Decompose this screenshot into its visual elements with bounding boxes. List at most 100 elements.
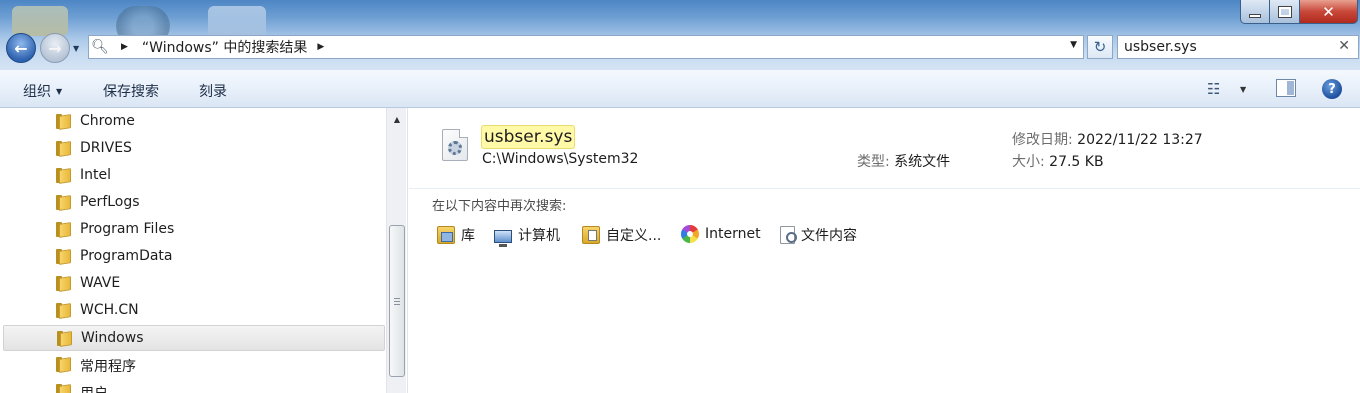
address-bar[interactable]: 🔍︎ ▶ “Windows” 中的搜索结果 ▶ ▼ <box>88 35 1084 59</box>
folder-icon <box>56 357 71 373</box>
internet-icon <box>681 225 699 243</box>
refresh-button[interactable]: ↻ <box>1087 35 1113 59</box>
maximize-icon <box>1277 5 1292 18</box>
scrollbar-thumb[interactable] <box>389 225 405 377</box>
result-file-type: 类型: 系统文件 <box>857 151 950 171</box>
result-modified-date: 修改日期: 2022/11/22 13:27 <box>1012 129 1203 149</box>
tree-item-label: 用户 <box>80 383 108 393</box>
search-again-label: 在以下内容中再次搜索: <box>432 199 567 214</box>
maximize-button[interactable] <box>1270 0 1300 24</box>
tree-item-chrome[interactable]: Chrome <box>3 109 385 135</box>
folder-icon <box>56 249 71 265</box>
result-file-name[interactable]: usbser.sys <box>481 125 576 149</box>
tree-item-label: DRIVES <box>80 140 132 156</box>
library-icon <box>437 226 455 244</box>
organize-label: 组织 <box>23 84 51 100</box>
tree-item-label: ProgramData <box>80 248 173 264</box>
help-button[interactable]: ? <box>1322 79 1342 99</box>
arrow-left-icon: ← <box>14 38 28 58</box>
minimize-icon <box>1249 13 1261 18</box>
command-bar: 组织 ▼ 保存搜索 刻录 ☷ ▼ ? <box>0 70 1360 108</box>
search-results: usbser.sys C:\Windows\System32 类型: 系统文件 … <box>409 108 1360 393</box>
tree-item-common-programs[interactable]: 常用程序 <box>3 352 385 378</box>
search-again-libraries[interactable]: 库 <box>437 225 475 245</box>
result-file-size: 大小: 27.5 KB <box>1012 151 1104 171</box>
navigation-pane: Chrome DRIVES Intel PerfLogs Program Fil… <box>0 108 408 393</box>
folder-icon <box>56 195 71 211</box>
change-view-button[interactable]: ☷ <box>1207 80 1220 98</box>
size-value: 27.5 KB <box>1049 154 1104 170</box>
organize-menu[interactable]: 组织 ▼ <box>23 81 62 101</box>
grip-icon <box>394 297 400 305</box>
computer-icon <box>494 229 512 247</box>
chevron-right-icon[interactable]: ▶ <box>317 42 324 52</box>
tree-item-program-files[interactable]: Program Files <box>3 217 385 243</box>
search-query[interactable]: usbser.sys <box>1124 39 1197 55</box>
search-again-custom[interactable]: 自定义... <box>582 225 661 245</box>
tree-item-label: WAVE <box>80 275 121 291</box>
search-again-item-label: 自定义... <box>606 228 662 244</box>
tree-item-intel[interactable]: Intel <box>3 163 385 189</box>
chevron-right-icon[interactable]: ▶ <box>121 42 128 52</box>
tree-item-wave[interactable]: WAVE <box>3 271 385 297</box>
system-file-icon[interactable] <box>442 129 468 161</box>
clear-search-button[interactable]: ✕ <box>1338 38 1350 54</box>
date-value: 2022/11/22 13:27 <box>1077 132 1203 148</box>
save-search-button[interactable]: 保存搜索 <box>103 81 159 101</box>
custom-folder-icon <box>582 226 600 244</box>
close-button[interactable]: ✕ <box>1300 0 1358 24</box>
search-input[interactable]: usbser.sys ✕ <box>1117 35 1359 59</box>
gear-icon <box>448 141 462 155</box>
search-again-item-label: Internet <box>705 226 761 242</box>
arrow-right-icon: → <box>48 38 62 58</box>
details-view-icon: ☷ <box>1207 80 1221 98</box>
tree-item-perflogs[interactable]: PerfLogs <box>3 190 385 216</box>
folder-icon <box>56 303 71 319</box>
refresh-icon: ↻ <box>1093 38 1107 56</box>
preview-pane-button[interactable] <box>1276 79 1296 97</box>
search-again-file-contents[interactable]: 文件内容 <box>780 225 857 245</box>
navigation-scrollbar[interactable]: ▲ <box>386 108 406 393</box>
chevron-down-icon: ▼ <box>56 87 63 96</box>
recent-pages-dropdown[interactable]: ▼ <box>73 44 79 53</box>
tree-item-drives[interactable]: DRIVES <box>3 136 385 162</box>
search-again-computer[interactable]: 计算机 <box>494 225 560 247</box>
search-again-item-label: 文件内容 <box>801 228 857 244</box>
background-desktop-icon <box>12 6 68 36</box>
folder-icon <box>56 141 71 157</box>
folder-icon <box>56 114 71 130</box>
tree-item-label: Intel <box>80 167 111 183</box>
window-controls: ✕ <box>1240 0 1358 24</box>
type-value: 系统文件 <box>894 154 951 170</box>
back-button[interactable]: ← <box>6 33 36 63</box>
tree-item-windows[interactable]: Windows <box>3 325 385 351</box>
forward-button[interactable]: → <box>40 33 70 63</box>
result-file-path: C:\Windows\System32 <box>482 151 639 167</box>
type-label: 类型: <box>857 154 890 170</box>
title-bar: ✕ ← → ▼ 🔍︎ ▶ “Windows” 中的搜索结果 ▶ ▼ ↻ usbs… <box>0 0 1360 70</box>
folder-icon <box>57 331 72 347</box>
view-options-dropdown[interactable]: ▼ <box>1240 85 1246 94</box>
search-again-internet[interactable]: Internet <box>681 225 761 243</box>
tree-item-label: Program Files <box>80 221 175 237</box>
folder-icon <box>56 222 71 238</box>
tree-item-programdata[interactable]: ProgramData <box>3 244 385 270</box>
scroll-up-button[interactable]: ▲ <box>387 110 407 128</box>
burn-button[interactable]: 刻录 <box>199 81 227 101</box>
folder-icon <box>56 384 71 393</box>
search-again-item-label: 计算机 <box>518 228 560 244</box>
tree-item-label: Chrome <box>80 113 135 129</box>
minimize-button[interactable] <box>1240 0 1270 24</box>
folder-icon <box>56 276 71 292</box>
size-label: 大小: <box>1012 154 1045 170</box>
search-again-item-label: 库 <box>461 228 475 244</box>
date-label: 修改日期: <box>1012 132 1073 148</box>
tree-item-label: Windows <box>81 330 144 346</box>
tree-item-wch-cn[interactable]: WCH.CN <box>3 298 385 324</box>
tree-item-users[interactable]: 用户 <box>3 379 385 393</box>
tree-item-label: PerfLogs <box>80 194 140 210</box>
breadcrumb-search-results[interactable]: “Windows” 中的搜索结果 <box>142 37 307 57</box>
address-dropdown[interactable]: ▼ <box>1070 40 1077 50</box>
file-contents-icon <box>780 226 797 244</box>
folder-icon <box>56 168 71 184</box>
